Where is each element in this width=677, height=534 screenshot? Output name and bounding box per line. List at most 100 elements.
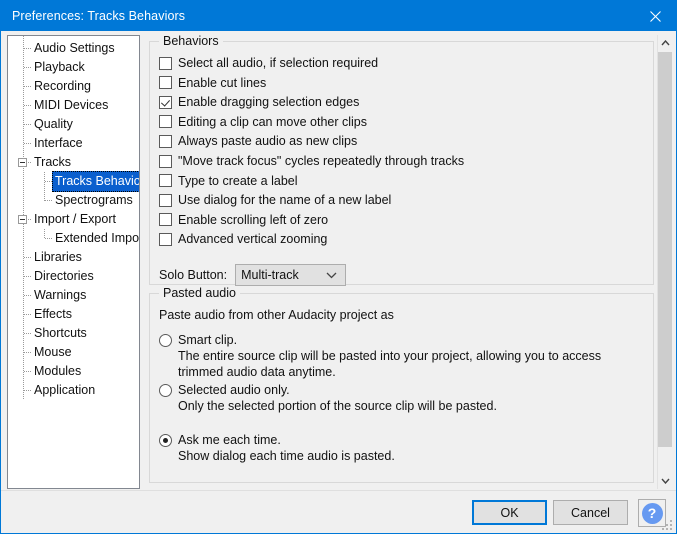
sidebar-item-label: Effects <box>34 307 72 321</box>
behavior-checkbox-label: Enable dragging selection edges <box>178 95 360 110</box>
behaviors-group-title: Behaviors <box>159 34 223 48</box>
radio-unselected-icon[interactable] <box>159 334 172 347</box>
sidebar-item-effects[interactable]: Effects <box>8 305 139 324</box>
behavior-checkbox-row[interactable]: Enable dragging selection edges <box>159 93 359 111</box>
solo-button-select[interactable]: Multi-track <box>235 264 347 286</box>
sidebar-item-audio-settings[interactable]: Audio Settings <box>8 39 139 58</box>
sidebar-item-directories[interactable]: Directories <box>8 267 139 286</box>
behavior-checkbox-row[interactable]: Use dialog for the name of a new label <box>159 191 391 209</box>
sidebar-item-label: Extended Import <box>55 231 140 245</box>
sidebar-item-label: Spectrograms <box>55 193 133 207</box>
dialog-button-bar: OK Cancel ? <box>1 490 676 533</box>
sidebar-item-label: Mouse <box>34 345 72 359</box>
sidebar-item-label: Playback <box>34 60 85 74</box>
pasted-audio-option[interactable]: Selected audio only. Only the selected po… <box>159 382 497 414</box>
checkbox-unchecked-icon[interactable] <box>159 134 172 148</box>
pasted-audio-option-head[interactable]: Smart clip. <box>159 332 601 348</box>
sidebar-item-label: Warnings <box>34 288 87 302</box>
pasted-audio-option[interactable]: Ask me each time. Show dialog each time a… <box>159 432 395 464</box>
sidebar-item-quality[interactable]: Quality <box>8 115 139 134</box>
behavior-checkbox-label: Enable cut lines <box>178 75 267 90</box>
chevron-down-icon <box>326 272 337 279</box>
checkbox-unchecked-icon[interactable] <box>159 76 172 90</box>
window-title: Preferences: Tracks Behaviors <box>12 9 186 23</box>
behavior-checkbox-row[interactable]: Type to create a label <box>159 172 298 190</box>
sidebar-item-tracks[interactable]: Tracks <box>8 153 139 172</box>
behavior-checkbox-row[interactable]: Select all audio, if selection required <box>159 54 378 72</box>
help-circle-icon: ? <box>641 502 663 524</box>
pasted-audio-intro: Paste audio from other Audacity project … <box>159 308 394 322</box>
sidebar-item-libraries[interactable]: Libraries <box>8 248 139 267</box>
checkbox-unchecked-icon[interactable] <box>159 154 172 168</box>
radio-selected-icon[interactable] <box>159 434 172 447</box>
checkbox-checked-icon[interactable] <box>159 95 172 109</box>
tree-expander-icon[interactable] <box>18 215 27 224</box>
scrollbar-thumb[interactable] <box>658 52 672 447</box>
sidebar-item-midi-devices[interactable]: MIDI Devices <box>8 96 139 115</box>
close-button[interactable] <box>632 1 676 31</box>
behavior-checkbox-row[interactable]: Advanced vertical zooming <box>159 230 327 248</box>
preferences-category-tree[interactable]: Audio Settings Playback Recording MIDI Devi… <box>7 35 140 489</box>
sidebar-item-label: Shortcuts <box>34 326 87 340</box>
chevron-up-icon <box>660 40 670 46</box>
solo-button-value: Multi-track <box>241 268 299 282</box>
checkbox-unchecked-icon[interactable] <box>159 232 172 246</box>
solo-button-label: Solo Button: <box>159 268 228 282</box>
sidebar-item-warnings[interactable]: Warnings <box>8 286 139 305</box>
sidebar-item-interface[interactable]: Interface <box>8 134 139 153</box>
sidebar-item-import-export[interactable]: Import / Export <box>8 210 139 229</box>
sidebar-item-extended-import[interactable]: Extended Import <box>8 229 139 248</box>
checkbox-unchecked-icon[interactable] <box>159 56 172 70</box>
pasted-audio-option-label: Ask me each time. <box>178 433 281 447</box>
sidebar-item-label: Interface <box>34 136 83 150</box>
sidebar-item-shortcuts[interactable]: Shortcuts <box>8 324 139 343</box>
content-scrollbar[interactable] <box>657 35 672 489</box>
cancel-button[interactable]: Cancel <box>553 500 628 525</box>
sidebar-item-label: MIDI Devices <box>34 98 109 112</box>
ok-button[interactable]: OK <box>472 500 547 525</box>
tree-expander-icon[interactable] <box>18 158 27 167</box>
chevron-down-icon <box>660 478 670 484</box>
scroll-up-button[interactable] <box>658 35 672 51</box>
sidebar-item-label: Audio Settings <box>34 41 115 55</box>
title-bar: Preferences: Tracks Behaviors <box>1 1 676 31</box>
sidebar-item-label: Tracks Behaviors <box>52 171 139 192</box>
behavior-checkbox-label: Advanced vertical zooming <box>178 232 328 247</box>
sidebar-item-mouse[interactable]: Mouse <box>8 343 139 362</box>
behavior-checkbox-label: Use dialog for the name of a new label <box>178 193 392 208</box>
sidebar-item-label: Modules <box>34 364 82 378</box>
behavior-checkbox-label: Type to create a label <box>178 173 298 188</box>
sidebar-item-recording[interactable]: Recording <box>8 77 139 96</box>
behavior-checkbox-row[interactable]: Editing a clip can move other clips <box>159 113 367 131</box>
sidebar-item-tracks-behaviors[interactable]: Tracks Behaviors <box>8 171 139 192</box>
pasted-audio-option-label: Selected audio only. <box>178 383 290 397</box>
sidebar-item-application[interactable]: Application <box>8 381 139 400</box>
sidebar-item-label: Libraries <box>34 250 82 264</box>
pasted-audio-option-head[interactable]: Selected audio only. <box>159 382 497 398</box>
checkbox-unchecked-icon[interactable] <box>159 193 172 207</box>
sidebar-item-spectrograms[interactable]: Spectrograms <box>8 191 139 210</box>
checkbox-unchecked-icon[interactable] <box>159 213 172 227</box>
checkbox-unchecked-icon[interactable] <box>159 174 172 188</box>
tree-root: Audio Settings Playback Recording MIDI Devi… <box>8 36 139 400</box>
scroll-down-button[interactable] <box>658 473 672 489</box>
close-x-icon <box>649 10 661 22</box>
radio-unselected-icon[interactable] <box>159 384 172 397</box>
resize-grip[interactable] <box>662 520 672 530</box>
behavior-checkbox-row[interactable]: Always paste audio as new clips <box>159 132 357 150</box>
behaviors-group: Behaviors Select all audio, if selection… <box>149 34 654 286</box>
behavior-checkbox-row[interactable]: Enable scrolling left of zero <box>159 211 328 229</box>
sidebar-item-playback[interactable]: Playback <box>8 58 139 77</box>
pasted-audio-option-label: Smart clip. <box>178 333 238 347</box>
checkbox-unchecked-icon[interactable] <box>159 115 172 129</box>
pasted-audio-option-head[interactable]: Ask me each time. <box>159 432 395 448</box>
behavior-checkbox-label: Enable scrolling left of zero <box>178 212 329 227</box>
behavior-checkbox-row[interactable]: Enable cut lines <box>159 74 266 92</box>
pasted-audio-option[interactable]: Smart clip. The entire source clip will b… <box>159 332 601 380</box>
behavior-checkbox-label: Editing a clip can move other clips <box>178 114 367 129</box>
solo-button-row: Solo Button: Multi-track <box>159 264 347 286</box>
sidebar-item-label: Import / Export <box>34 212 116 226</box>
behavior-checkbox-row[interactable]: "Move track focus" cycles repeatedly thr… <box>159 152 464 170</box>
sidebar-item-modules[interactable]: Modules <box>8 362 139 381</box>
sidebar-item-label: Recording <box>34 79 91 93</box>
